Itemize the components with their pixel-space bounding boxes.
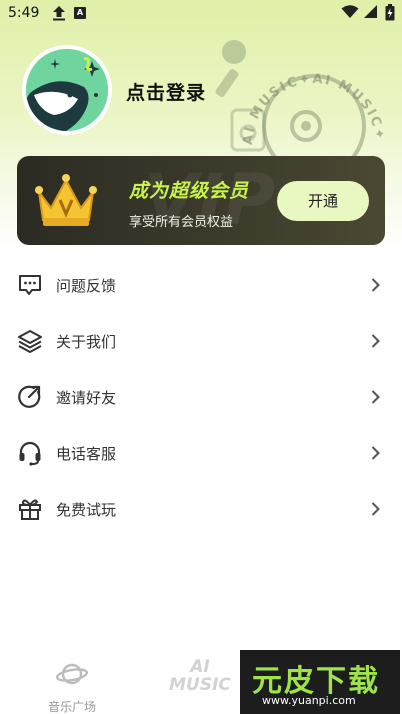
menu-label-about: 关于我们 (56, 333, 117, 351)
tab-music-plaza[interactable]: 音乐广场 (40, 656, 102, 714)
vip-card[interactable]: VIP 成为超级会员 享受所有会员权益 开通 (17, 156, 385, 245)
feedback-icon (19, 275, 41, 295)
menu-label-invite: 邀请好友 (56, 389, 117, 407)
status-time: 5:49 (8, 5, 40, 21)
tab-ai-music[interactable]: AI MUSIC (160, 658, 240, 702)
chevron-right-icon (371, 390, 380, 404)
watermark-url: www.yuanpi.com (262, 694, 356, 707)
menu-label-phone-service: 电话客服 (56, 445, 117, 463)
wifi-icon (341, 5, 359, 18)
vip-open-button[interactable]: 开通 (277, 181, 369, 221)
invite-icon (18, 385, 41, 408)
chevron-right-icon (371, 278, 380, 292)
planet-icon (56, 663, 88, 685)
menu-label-free-trial: 免费试玩 (56, 501, 117, 519)
tab-ai-line1: AI (190, 657, 210, 677)
menu-label-feedback: 问题反馈 (56, 277, 117, 295)
crown-icon (35, 174, 97, 226)
settings-menu: 问题反馈 关于我们 邀请好友 电话客服 免费试玩 (0, 257, 402, 537)
tab-ai-line2: MUSIC (169, 675, 231, 695)
gift-icon (19, 499, 41, 520)
vip-subtitle: 享受所有会员权益 (129, 215, 234, 230)
menu-item-invite[interactable]: 邀请好友 (0, 369, 402, 425)
headset-icon (19, 441, 41, 466)
chevron-right-icon (371, 446, 380, 460)
tab-music-plaza-label: 音乐广场 (47, 700, 96, 714)
chevron-right-icon (371, 502, 380, 516)
menu-item-about[interactable]: 关于我们 (0, 313, 402, 369)
upload-icon (53, 6, 65, 21)
menu-item-phone-service[interactable]: 电话客服 (0, 425, 402, 481)
status-bar: 5:49 A (0, 0, 402, 28)
menu-item-free-trial[interactable]: 免费试玩 (0, 481, 402, 537)
chevron-right-icon (371, 334, 380, 348)
whale-icon (26, 49, 108, 131)
login-link[interactable]: 点击登录 (126, 78, 206, 105)
site-watermark: 元皮下载 www.yuanpi.com (240, 650, 400, 714)
avatar[interactable] (22, 45, 112, 135)
vip-title: 成为超级会员 (129, 180, 250, 202)
layers-icon (18, 330, 42, 353)
battery-icon (385, 4, 395, 21)
notification-a-icon: A (74, 7, 86, 19)
menu-item-feedback[interactable]: 问题反馈 (0, 257, 402, 313)
signal-icon (364, 5, 377, 18)
